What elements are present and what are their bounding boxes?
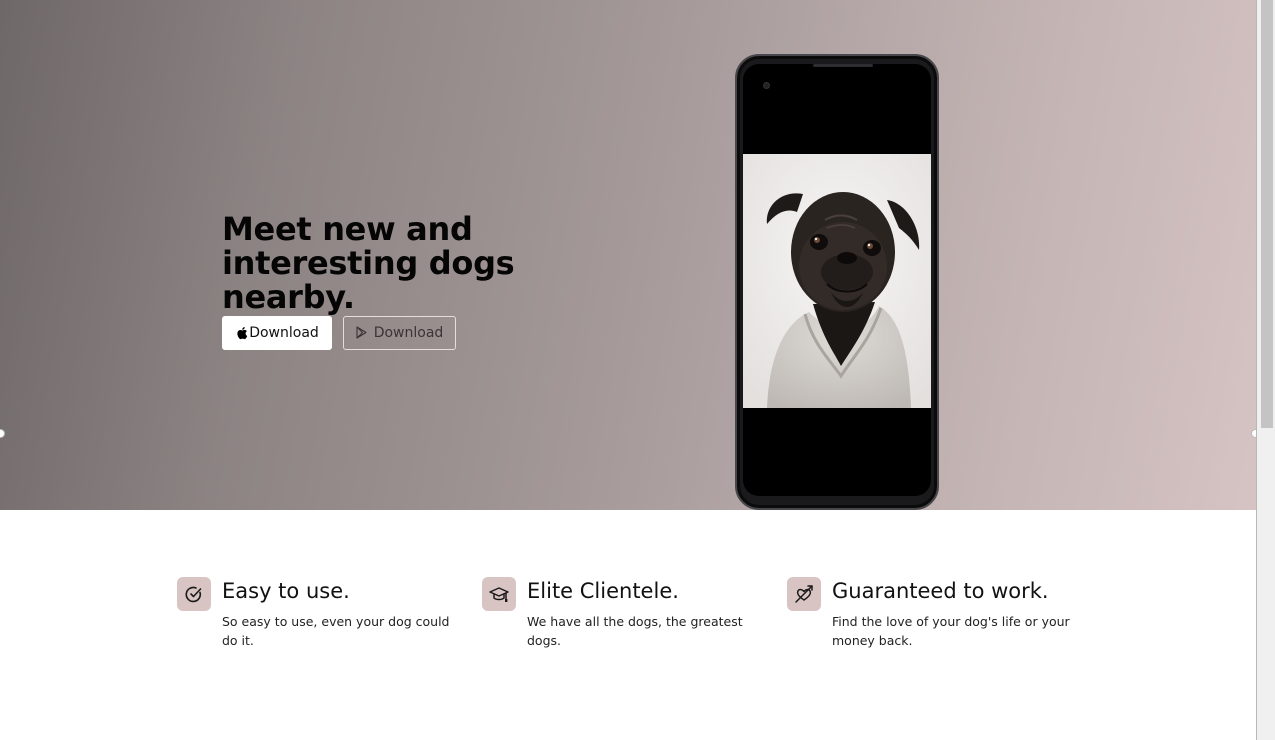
- hero-title: Meet new and interesting dogs nearby.: [222, 210, 515, 316]
- feature-text: So easy to use, even your dog could do i…: [222, 614, 450, 648]
- feature-text: Find the love of your dog's life or your…: [832, 614, 1070, 648]
- apple-download-button[interactable]: Download: [222, 316, 332, 350]
- feature-title: Elite Clientele.: [527, 579, 679, 603]
- vertical-scrollbar[interactable]: [1256, 0, 1275, 740]
- check-circle-icon: [177, 577, 211, 611]
- hero-section: Meet new and interesting dogs nearby. Do…: [0, 0, 1256, 510]
- apple-icon: [235, 326, 248, 340]
- graduation-cap-icon: [482, 577, 516, 611]
- feature-title: Guaranteed to work.: [832, 579, 1049, 603]
- apple-download-label: Download: [249, 325, 319, 341]
- pug-photo: [743, 154, 931, 408]
- heart-arrow-icon: [787, 577, 821, 611]
- play-store-download-button[interactable]: Download: [343, 316, 456, 350]
- feature-title: Easy to use.: [222, 579, 350, 603]
- scrollbar-thumb[interactable]: [1261, 0, 1273, 428]
- phone-mockup: [735, 54, 939, 510]
- play-store-icon: [356, 326, 369, 340]
- play-store-download-label: Download: [373, 325, 444, 341]
- phone-camera: [763, 82, 770, 89]
- phone-speaker: [813, 64, 873, 67]
- phone-screen: [743, 64, 931, 496]
- feature-text: We have all the dogs, the greatest dogs.: [527, 614, 743, 648]
